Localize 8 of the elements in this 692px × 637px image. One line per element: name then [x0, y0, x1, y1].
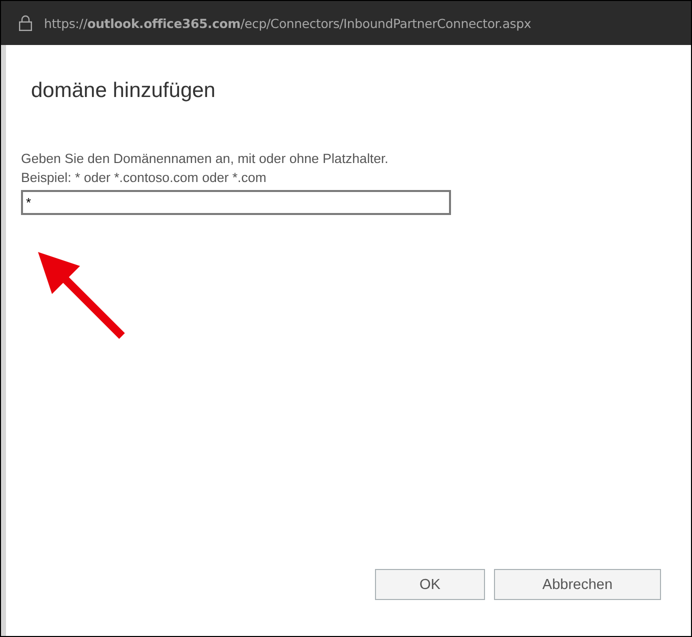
dialog-button[interactable]: Abbrechen	[494, 569, 661, 600]
dialog-title: domäne hinzufügen	[31, 79, 216, 103]
dialog-button[interactable]: OK	[375, 569, 485, 600]
instruction-text: Geben Sie den Domänennamen an, mit oder ohne Platzhalter.	[21, 150, 390, 168]
domain-input-field[interactable]: *	[21, 190, 451, 215]
url-text[interactable]: https://outlook.office365.com/ecp/Connectors/InboundPartnerConnector.aspx	[44, 16, 532, 30]
instruction-text: Beispiel: * oder *.contoso.com oder *.com	[21, 169, 268, 187]
lock-icon	[19, 15, 32, 31]
